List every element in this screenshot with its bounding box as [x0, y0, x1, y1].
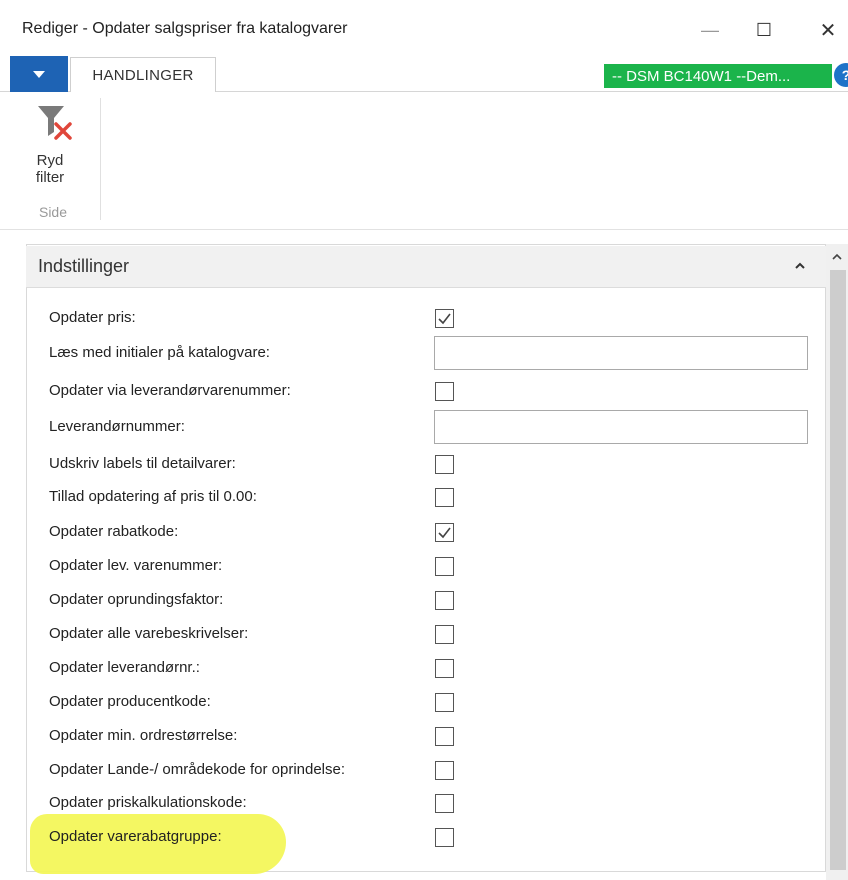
field-checkbox[interactable]	[435, 761, 454, 780]
application-menu-button[interactable]	[10, 56, 68, 92]
minimize-button[interactable]: —	[690, 12, 730, 48]
field-label: Opdater leverandørnr.:	[49, 659, 200, 676]
field-label: Tillad opdatering af pris til 0.00:	[49, 488, 257, 505]
maximize-button[interactable]: ☐	[744, 12, 784, 48]
scrollbar-thumb[interactable]	[830, 270, 846, 870]
ribbon-group-label: Side	[38, 204, 68, 220]
checkmark-icon	[438, 527, 451, 539]
field-label: Læs med initialer på katalogvare:	[49, 344, 270, 361]
field-label: Opdater Lande-/ områdekode for oprindels…	[49, 761, 346, 778]
ribbon-panel	[0, 92, 848, 230]
checkmark-icon	[438, 313, 451, 325]
field-label: Opdater alle varebeskrivelser:	[49, 625, 249, 642]
ribbon-bottom-divider	[0, 229, 848, 230]
clear-filter-label-line2: filter	[35, 169, 65, 186]
field-label: Opdater rabatkode:	[49, 523, 179, 540]
field-label: Opdater via leverandørvarenummer:	[49, 382, 291, 399]
field-label: Opdater pris:	[49, 309, 136, 326]
window-title: Rediger - Opdater salgspriser fra katalo…	[22, 20, 348, 37]
scroll-up-arrow-icon[interactable]	[826, 246, 848, 268]
field-label: Opdater oprundingsfaktor:	[49, 591, 224, 608]
field-text-input[interactable]	[434, 410, 808, 444]
field-label: Opdater min. ordrestørrelse:	[49, 727, 238, 744]
section-title: Indstillinger	[38, 256, 130, 276]
clear-filter-label-line1: Ryd	[36, 152, 64, 169]
field-label: Leverandørnummer:	[49, 418, 185, 435]
field-checkbox[interactable]	[435, 625, 454, 644]
field-checkbox[interactable]	[435, 557, 454, 576]
field-checkbox[interactable]	[435, 794, 454, 813]
chevron-up-icon[interactable]	[790, 256, 810, 276]
company-badge[interactable]: -- DSM BC140W1 --Dem...	[604, 64, 832, 88]
title-bar: Rediger - Opdater salgspriser fra katalo…	[0, 0, 848, 56]
field-label: Opdater varerabatgruppe:	[49, 828, 222, 845]
clear-filter-button[interactable]: Ryd filter	[18, 98, 84, 198]
tab-handlinger[interactable]: HANDLINGER	[70, 57, 216, 92]
field-checkbox[interactable]	[435, 382, 454, 401]
field-label: Opdater priskalkulationskode:	[49, 794, 247, 811]
dropdown-arrow-icon	[33, 70, 45, 78]
field-text-input[interactable]	[434, 336, 808, 370]
field-label: Opdater producentkode:	[49, 693, 211, 710]
field-checkbox[interactable]	[435, 455, 454, 474]
field-checkbox[interactable]	[435, 591, 454, 610]
field-label: Opdater lev. varenummer:	[49, 557, 223, 574]
field-checkbox[interactable]	[435, 727, 454, 746]
field-checkbox[interactable]	[435, 309, 454, 328]
field-label: Udskriv labels til detailvarer:	[49, 455, 236, 472]
clear-filter-icon	[38, 106, 72, 140]
close-button[interactable]: ✕	[808, 12, 848, 48]
field-checkbox[interactable]	[435, 523, 454, 542]
field-checkbox[interactable]	[435, 693, 454, 712]
field-checkbox[interactable]	[435, 659, 454, 678]
clear-filter-label: Ryd filter	[18, 152, 82, 186]
section-header[interactable]: Indstillinger	[26, 246, 826, 288]
field-checkbox[interactable]	[435, 488, 454, 507]
ribbon-group-separator	[100, 98, 101, 220]
field-checkbox[interactable]	[435, 828, 454, 847]
